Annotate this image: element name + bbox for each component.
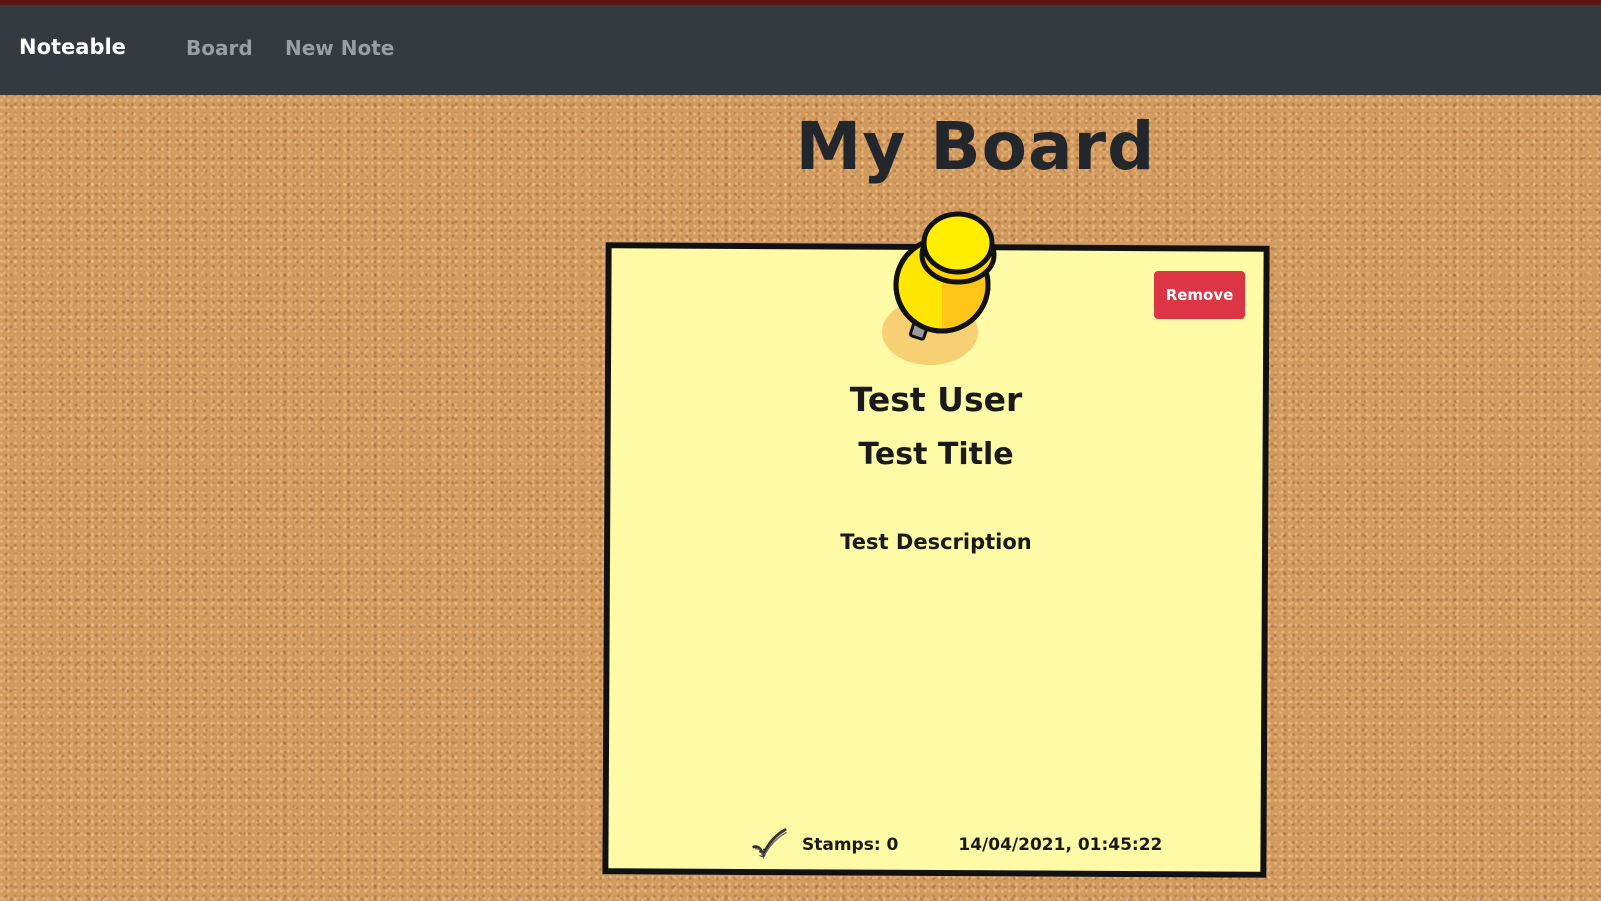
note-user: Test User: [849, 380, 1023, 419]
remove-button[interactable]: Remove: [1154, 271, 1245, 319]
pushpin-icon: [882, 211, 997, 365]
note-description: Test Description: [840, 530, 1032, 554]
note-title: Test Title: [858, 437, 1014, 472]
navbar: Noteable Board New Note: [0, 5, 1601, 95]
checkmark-stamp-icon[interactable]: [750, 826, 788, 864]
note-timestamp: 14/04/2021, 01:45:22: [958, 835, 1163, 855]
brand-link[interactable]: Noteable: [19, 35, 126, 59]
page-title: My Board: [795, 108, 1156, 185]
note-footer: Stamps: 0 14/04/2021, 01:45:22: [750, 826, 1162, 864]
nav-link-board[interactable]: Board: [186, 36, 253, 60]
nav-link-new-note[interactable]: New Note: [285, 36, 394, 60]
stamps-count: Stamps: 0: [802, 835, 899, 855]
